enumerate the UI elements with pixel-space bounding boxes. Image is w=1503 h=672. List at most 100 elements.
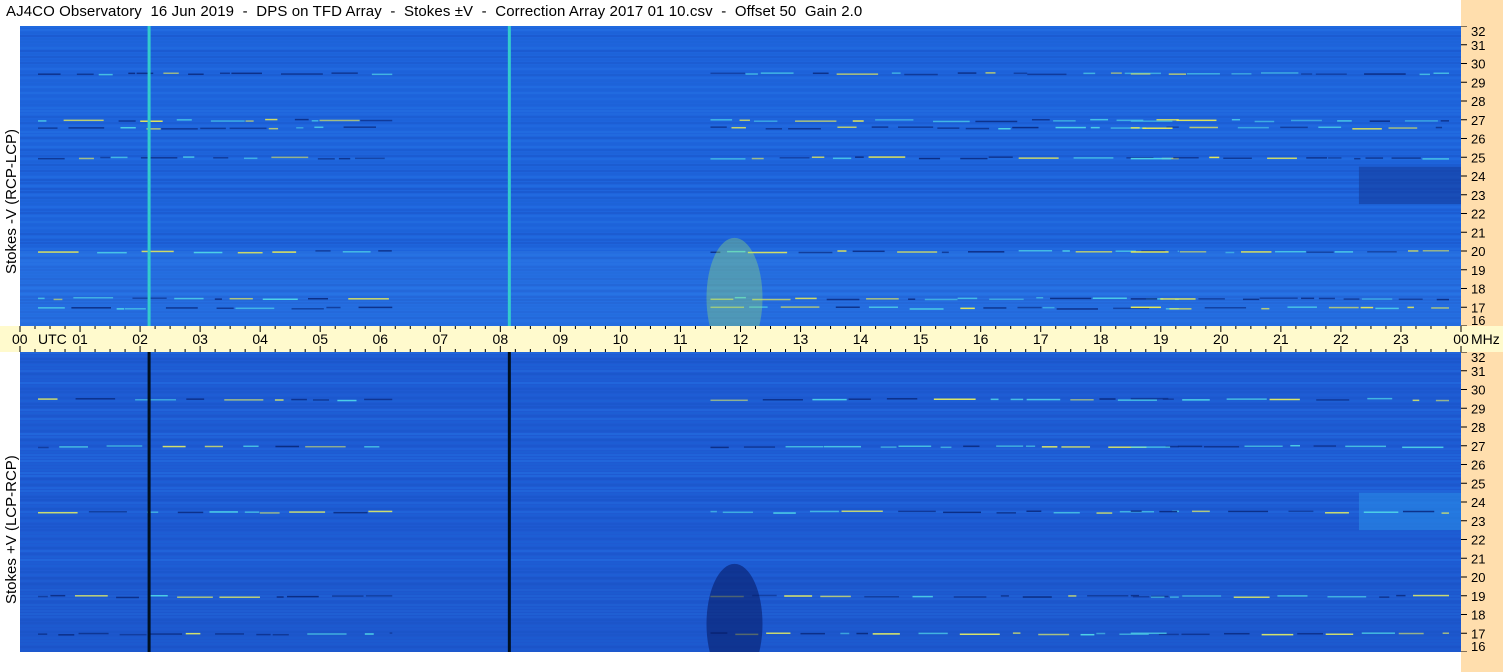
band-segment (296, 127, 304, 129)
band-segment (1419, 73, 1430, 76)
band-segment (275, 445, 300, 448)
band-segment (1169, 596, 1179, 598)
band-segment (177, 596, 213, 598)
freq-tick-label: 21 (1471, 225, 1485, 240)
band-segment (1367, 397, 1393, 400)
noise-stripe (20, 526, 1461, 528)
band-segment (1240, 251, 1272, 253)
noise-stripe (20, 68, 1461, 70)
band-segment (161, 128, 198, 130)
band-segment (1117, 399, 1157, 401)
time-tick-label: 08 (493, 331, 509, 347)
noise-stripe (20, 38, 1461, 40)
band-segment (1073, 157, 1114, 159)
time-tick-label: 18 (1093, 331, 1109, 347)
band-segment (1173, 156, 1199, 159)
time-tick-label: 11 (673, 331, 688, 347)
band-segment (333, 511, 368, 514)
noise-stripe (20, 230, 1461, 232)
band-segment (216, 307, 234, 310)
band-segment (800, 632, 825, 635)
band-segment (1316, 399, 1350, 401)
band-segment (868, 306, 898, 308)
noise-stripe (20, 382, 1461, 384)
band-segment (1352, 128, 1382, 130)
noise-stripe (20, 529, 1461, 531)
time-tick-label: 14 (853, 331, 869, 347)
band-segment (1224, 632, 1250, 635)
band-segment (1412, 594, 1449, 597)
noise-stripe (20, 116, 1461, 118)
band-segment (389, 632, 393, 634)
band-segment (98, 73, 113, 76)
noise-stripe (20, 143, 1461, 145)
axis-corner-top (1461, 0, 1503, 26)
band-segment (1018, 157, 1059, 159)
noise-stripe (20, 200, 1461, 202)
noise-stripe (20, 517, 1461, 519)
band-segment (1083, 72, 1096, 75)
band-segment (1092, 297, 1127, 299)
noise-stripe (20, 481, 1461, 483)
band-segment (1398, 298, 1423, 301)
band-segment (1301, 297, 1315, 300)
band-segment (1204, 307, 1247, 309)
noise-stripe (20, 361, 1461, 363)
band-segment (898, 126, 934, 128)
noise-stripe (20, 367, 1461, 369)
band-segment (1365, 157, 1384, 159)
band-segment (364, 398, 393, 401)
noise-stripe (20, 92, 1461, 94)
band-segment (1398, 632, 1424, 635)
freq-tick-label: 20 (1471, 244, 1485, 259)
band-segment (1407, 250, 1419, 252)
band-segment (235, 307, 275, 310)
noise-stripe (20, 185, 1461, 187)
noise-stripe (20, 556, 1461, 558)
band-segment (968, 251, 1005, 253)
band-segment (898, 445, 932, 448)
band-segment (176, 119, 192, 121)
band-segment (960, 307, 975, 310)
band-segment (106, 445, 143, 447)
freq-tick-label: 26 (1471, 458, 1485, 473)
freq-tick-label: 24 (1471, 169, 1485, 184)
band-segment (148, 594, 168, 597)
band-segment (358, 306, 393, 309)
time-tick-label: 23 (1393, 331, 1409, 347)
band-segment (1435, 126, 1443, 129)
band-segment (1026, 398, 1061, 401)
band-segment (957, 72, 977, 74)
band-segment (38, 633, 48, 635)
band-segment (245, 120, 254, 122)
noise-stripe (20, 227, 1461, 229)
band-segment (924, 298, 958, 301)
noise-stripe (20, 113, 1461, 115)
noise-stripe (20, 167, 1461, 169)
band-segment (1297, 632, 1323, 635)
band-segment (1041, 446, 1058, 448)
band-segment (891, 72, 901, 74)
time-tick-label: 15 (913, 331, 929, 347)
band-segment (1244, 445, 1283, 448)
band-segment (1223, 157, 1252, 159)
band-segment (140, 120, 163, 122)
band-segment (75, 398, 116, 400)
band-segment (244, 511, 260, 513)
band-segment (1391, 157, 1421, 159)
band-segment (809, 510, 839, 513)
noise-stripe (20, 29, 1461, 31)
freq-tick-label: 19 (1471, 589, 1485, 604)
band-segment (1176, 119, 1217, 122)
noise-stripe (20, 475, 1461, 477)
band-segment (743, 446, 776, 448)
band-segment (118, 120, 136, 122)
band-segment (1360, 306, 1374, 309)
band-segment (832, 157, 852, 160)
band-segment (840, 632, 850, 635)
band-segment (852, 250, 885, 253)
band-segment (1130, 306, 1161, 309)
band-segment (886, 398, 918, 400)
noise-stripe (20, 188, 1461, 190)
band-segment (1150, 596, 1165, 598)
